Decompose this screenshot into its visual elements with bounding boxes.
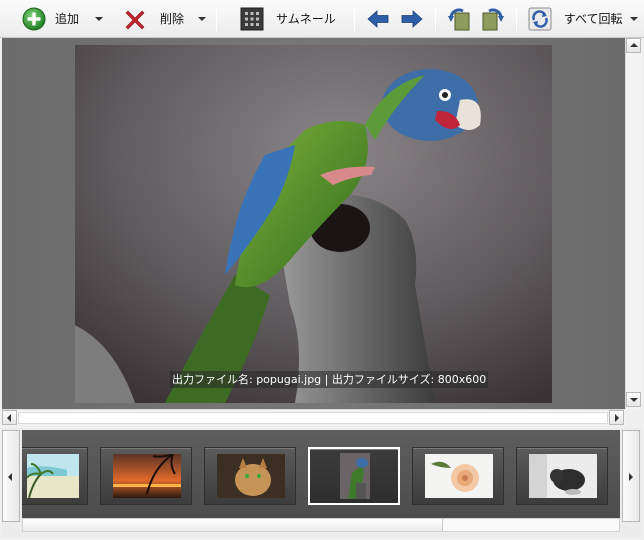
- thumbnail-rose[interactable]: [412, 447, 504, 505]
- rotate-right-icon: [482, 7, 504, 30]
- toolbar: 追加 削除 サムネール すべて回転: [0, 0, 644, 38]
- filmstrip-prev-button[interactable]: [2, 430, 20, 522]
- rotate-all-icon: [528, 7, 552, 30]
- delete-label: 削除: [160, 12, 185, 26]
- thumbnail-sunset[interactable]: [100, 447, 192, 505]
- thumbnail-beach[interactable]: [22, 447, 88, 505]
- thumbnail-image: [340, 453, 370, 499]
- toolbar-separator: [216, 5, 218, 32]
- rotate-right-button[interactable]: [481, 4, 505, 34]
- thumbnail-image: [217, 454, 285, 498]
- toolbar-separator: [515, 5, 517, 32]
- scroll-up-button[interactable]: [626, 38, 641, 53]
- rotate-all-dropdown-icon[interactable]: [630, 16, 639, 21]
- thumbnail-image: [113, 454, 181, 498]
- thumbnail-image: [27, 454, 79, 498]
- thumbnail-button[interactable]: サムネール: [240, 4, 336, 34]
- filmstrip-scroll-thumb[interactable]: [23, 519, 443, 531]
- rotate-all-button[interactable]: すべて回転: [528, 4, 639, 34]
- add-button[interactable]: 追加: [22, 4, 104, 34]
- forward-button[interactable]: [400, 4, 424, 34]
- scroll-left-button[interactable]: [2, 410, 17, 425]
- chevron-right-icon: [615, 414, 619, 422]
- output-caption: 出力ファイル名: popugai.jpg | 出力ファイルサイズ: 800x60…: [170, 371, 489, 388]
- filmstrip-scrollbar[interactable]: [22, 518, 620, 532]
- add-dropdown-icon[interactable]: [95, 16, 104, 21]
- thumbnail-cat[interactable]: [204, 447, 296, 505]
- vertical-scrollbar[interactable]: [625, 38, 642, 409]
- plus-circle-icon: [22, 7, 46, 30]
- chevron-right-icon: [629, 473, 633, 481]
- arrow-left-icon: [367, 9, 389, 28]
- back-button[interactable]: [366, 4, 390, 34]
- thumbnail-label: サムネール: [276, 12, 336, 26]
- delete-dropdown-icon[interactable]: [198, 16, 207, 21]
- rotate-left-icon: [447, 7, 470, 30]
- horizontal-scrollbar[interactable]: [2, 409, 625, 425]
- grid-icon: [240, 7, 264, 30]
- rotate-left-button[interactable]: [447, 4, 471, 34]
- filmstrip-next-button[interactable]: [622, 430, 640, 522]
- chevron-up-icon: [630, 43, 638, 47]
- thumbnail-image: [425, 454, 493, 498]
- scroll-track[interactable]: [18, 412, 608, 424]
- toolbar-separator: [353, 5, 355, 32]
- x-icon: [125, 10, 145, 29]
- delete-button[interactable]: 削除: [123, 4, 207, 34]
- filmstrip-track: [22, 430, 620, 518]
- chevron-down-icon: [630, 398, 638, 402]
- thumbnail-parrot[interactable]: [308, 447, 400, 505]
- preview-image: [75, 45, 552, 403]
- chevron-left-icon: [8, 473, 12, 481]
- rotate-all-label: すべて回転: [563, 12, 623, 26]
- scroll-down-button[interactable]: [626, 392, 641, 407]
- arrow-right-icon: [401, 9, 423, 28]
- thumbnail-dog[interactable]: [516, 447, 608, 505]
- filmstrip: [2, 428, 642, 538]
- chevron-left-icon: [7, 414, 11, 422]
- preview-area: 出力ファイル名: popugai.jpg | 出力ファイルサイズ: 800x60…: [2, 38, 625, 409]
- thumbnail-image: [529, 454, 597, 498]
- toolbar-separator: [434, 5, 436, 32]
- scroll-right-button[interactable]: [609, 410, 624, 425]
- add-label: 追加: [55, 12, 80, 26]
